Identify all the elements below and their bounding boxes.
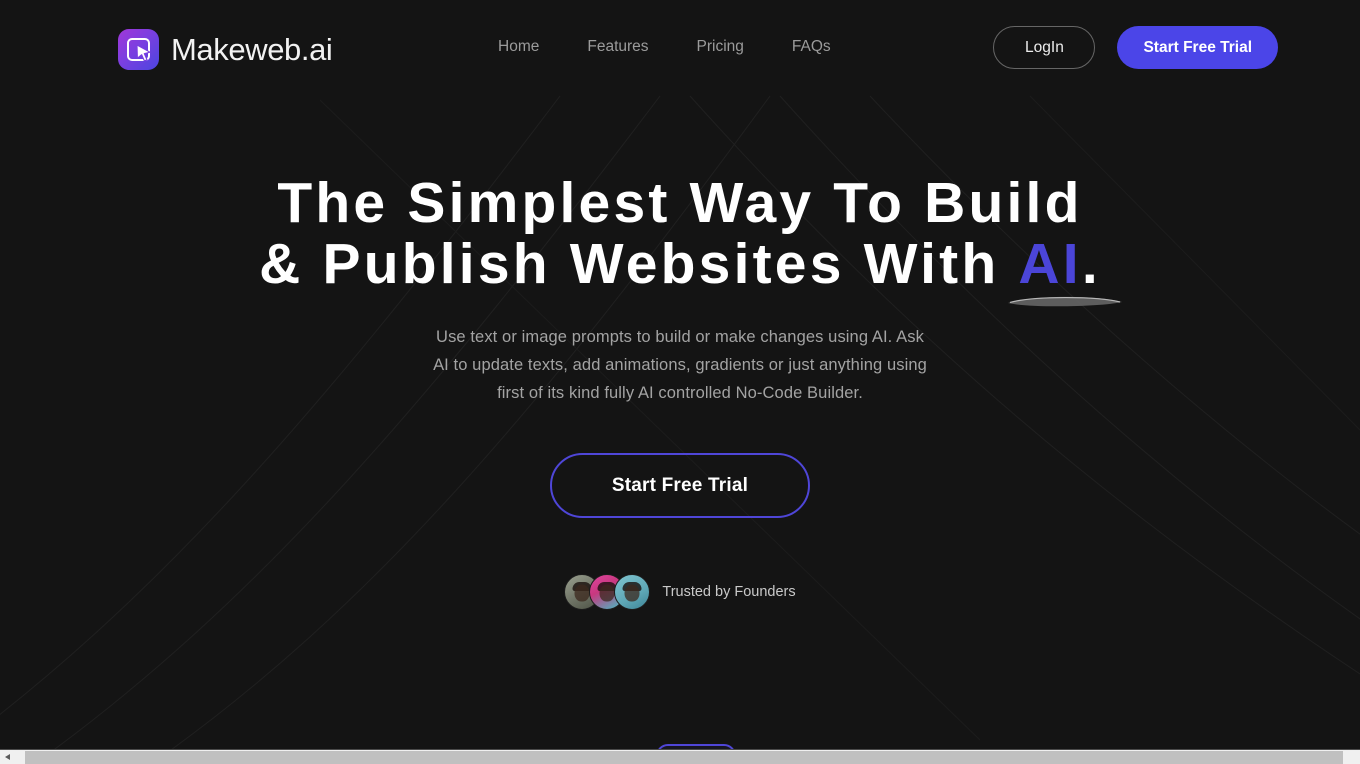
avatar-face xyxy=(624,584,640,602)
avatar-face xyxy=(599,584,615,602)
scroll-left-arrow-shape xyxy=(5,754,10,760)
primary-nav: Home Features Pricing FAQs xyxy=(498,36,855,58)
hero-subtitle: Use text or image prompts to build or ma… xyxy=(0,323,1360,407)
headline-period: . xyxy=(1081,232,1101,296)
page-viewport: Makeweb.ai Home Features Pricing FAQs Lo… xyxy=(0,0,1360,749)
subtitle-line-1: Use text or image prompts to build or ma… xyxy=(436,328,924,346)
headline-line-2-text: & Publish Websites With xyxy=(259,232,1019,296)
headline-line-1: The Simplest Way To Build xyxy=(277,171,1083,235)
scrollbar-track[interactable] xyxy=(15,750,1360,764)
subtitle-line-3: first of its kind fully AI controlled No… xyxy=(497,384,863,402)
avatar-face xyxy=(574,584,590,602)
subtitle-line-2: AI to update texts, add animations, grad… xyxy=(433,356,927,374)
trusted-by-label: Trusted by Founders xyxy=(662,584,796,600)
scrollbar-thumb[interactable] xyxy=(25,751,1343,764)
ai-underline-swoosh xyxy=(1008,296,1123,307)
brand-name: Makeweb.ai xyxy=(171,32,333,67)
header-actions: LogIn Start Free Trial xyxy=(993,26,1278,69)
nav-link-features[interactable]: Features xyxy=(563,36,672,58)
site-header: Makeweb.ai Home Features Pricing FAQs Lo… xyxy=(0,0,1360,95)
horizontal-scrollbar[interactable] xyxy=(0,749,1360,764)
brand-logo[interactable]: Makeweb.ai xyxy=(118,29,333,70)
cursor-in-frame-icon xyxy=(118,29,159,70)
nav-link-pricing[interactable]: Pricing xyxy=(673,36,768,58)
social-proof: Trusted by Founders xyxy=(0,574,1360,610)
hero-section: The Simplest Way To Build & Publish Webs… xyxy=(0,95,1360,610)
headline-highlight-wrap: AI xyxy=(1008,232,1123,307)
scroll-left-arrow-icon[interactable] xyxy=(0,750,15,764)
headline-highlight-ai: AI xyxy=(1018,232,1082,296)
page-title: The Simplest Way To Build & Publish Webs… xyxy=(0,171,1360,307)
nav-link-home[interactable]: Home xyxy=(498,36,563,58)
hero-start-free-trial-button[interactable]: Start Free Trial xyxy=(550,453,810,518)
avatar-group xyxy=(564,574,651,610)
avatar-founder-3 xyxy=(614,574,651,610)
nav-link-faqs[interactable]: FAQs xyxy=(768,36,855,58)
login-button[interactable]: LogIn xyxy=(993,26,1096,69)
logo-cursor-shape xyxy=(136,45,151,61)
hero-cta-wrap: Start Free Trial xyxy=(0,453,1360,518)
header-start-free-trial-button[interactable]: Start Free Trial xyxy=(1117,26,1278,69)
